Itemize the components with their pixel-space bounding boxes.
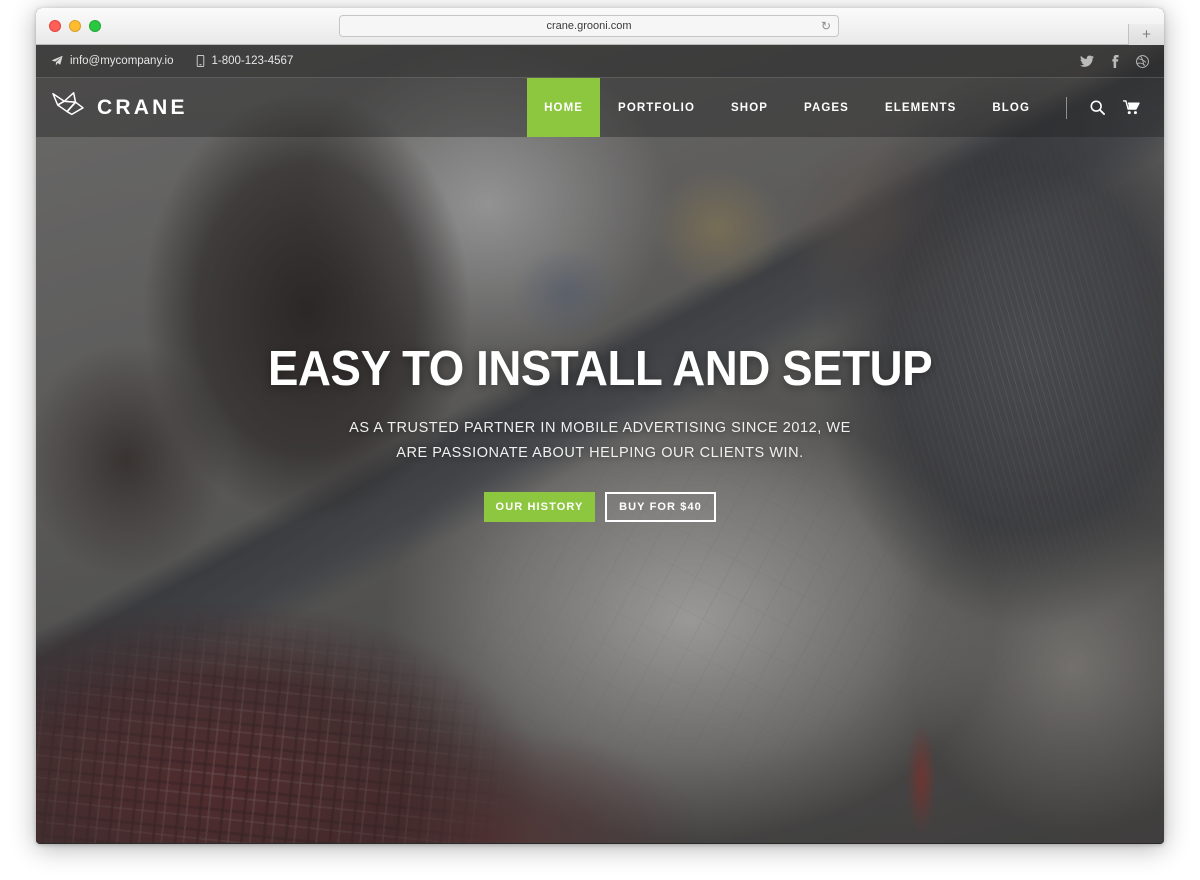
search-icon[interactable]: [1081, 100, 1114, 115]
reload-icon[interactable]: ↻: [821, 19, 831, 34]
contact-phone[interactable]: 1-800-123-4567: [196, 55, 294, 67]
hero-cta-group: OUR HISTORY BUY FOR $40: [484, 491, 716, 522]
hero-subtitle: AS A TRUSTED PARTNER IN MOBILE ADVERTISI…: [349, 420, 851, 461]
nav-label: PORTFOLIO: [618, 101, 696, 114]
nav-item-blog[interactable]: BLOG: [974, 78, 1048, 137]
nav-item-home[interactable]: HOME: [527, 78, 601, 137]
minimize-window-button[interactable]: [69, 20, 81, 32]
dribbble-icon[interactable]: [1136, 54, 1149, 68]
nav-item-pages[interactable]: PAGES: [786, 78, 867, 137]
twitter-icon[interactable]: [1080, 55, 1094, 68]
browser-window: crane.grooni.com ↻ + info@mycompany.io 1…: [36, 8, 1164, 844]
top-utility-bar: info@mycompany.io 1-800-123-4567: [36, 45, 1164, 78]
hero-title: EASY TO INSTALL AND SETUP: [267, 342, 933, 396]
nav-item-portfolio[interactable]: PORTFOLIO: [600, 78, 713, 137]
window-traffic-lights: [49, 20, 101, 32]
browser-chrome: crane.grooni.com ↻ +: [36, 8, 1164, 45]
main-navigation-bar: CRANE HOME PORTFOLIO SHOP PAGES ELEMENTS…: [36, 78, 1164, 137]
nav-menu: HOME PORTFOLIO SHOP PAGES ELEMENTS BLOG: [527, 78, 1149, 137]
nav-item-elements[interactable]: ELEMENTS: [867, 78, 974, 137]
zoom-window-button[interactable]: [89, 20, 101, 32]
nav-label: BLOG: [992, 101, 1030, 114]
phone-text: 1-800-123-4567: [211, 55, 294, 67]
page-viewport: info@mycompany.io 1-800-123-4567 CRANE H…: [36, 45, 1164, 843]
nav-divider: [1066, 96, 1067, 119]
paper-plane-icon: [51, 55, 63, 67]
buy-for-40-button[interactable]: BUY FOR $40: [605, 491, 716, 522]
new-tab-label: +: [1142, 26, 1151, 43]
site-logo[interactable]: CRANE: [51, 90, 188, 125]
social-links: [1080, 54, 1149, 68]
hero-section: EASY TO INSTALL AND SETUP AS A TRUSTED P…: [36, 345, 1164, 522]
mobile-phone-icon: [196, 55, 205, 67]
nav-label: PAGES: [804, 101, 849, 114]
nav-label: SHOP: [731, 101, 769, 114]
close-window-button[interactable]: [49, 20, 61, 32]
url-text: crane.grooni.com: [546, 20, 632, 32]
email-text: info@mycompany.io: [70, 55, 174, 67]
nav-label: HOME: [544, 101, 584, 114]
contact-email[interactable]: info@mycompany.io: [51, 55, 174, 67]
nav-item-shop[interactable]: SHOP: [713, 78, 786, 137]
facebook-icon[interactable]: [1111, 54, 1119, 68]
url-bar[interactable]: crane.grooni.com ↻: [339, 15, 839, 37]
shopping-cart-icon[interactable]: [1114, 100, 1149, 115]
nav-label: ELEMENTS: [884, 101, 957, 114]
our-history-button[interactable]: OUR HISTORY: [484, 491, 595, 522]
origami-crane-icon: [51, 90, 85, 125]
logo-text: CRANE: [97, 95, 188, 119]
new-tab-button[interactable]: +: [1128, 24, 1164, 45]
